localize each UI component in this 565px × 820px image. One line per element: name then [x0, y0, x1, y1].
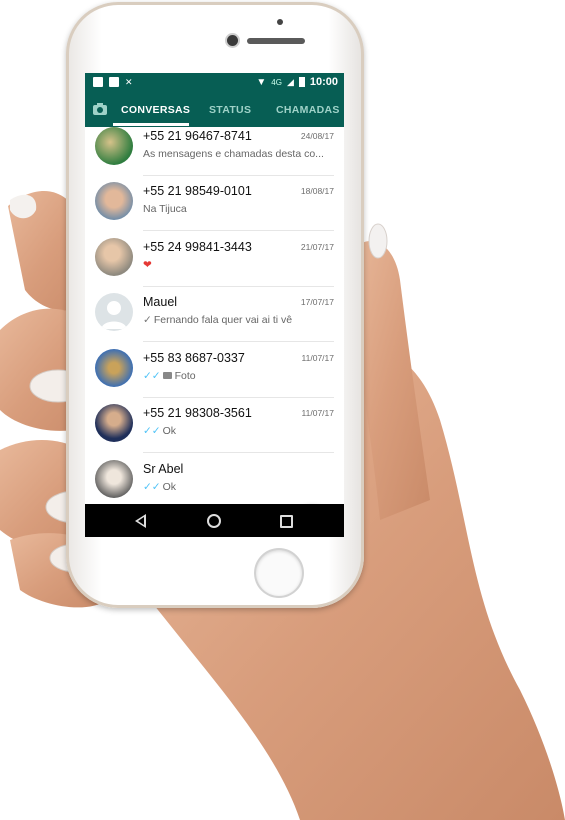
read-checks-icon: ✓✓: [143, 425, 161, 437]
status-time: 10:00: [309, 76, 338, 88]
tab-chamadas[interactable]: CHAMADAS: [276, 104, 340, 116]
chat-row[interactable]: +55 83 8687-0337 11/07/17 ✓✓ Foto: [85, 343, 344, 398]
proximity-sensor: [277, 19, 283, 25]
avatar: [95, 238, 133, 276]
chat-name: +55 21 96467-8741: [143, 129, 252, 143]
chat-date: 11/07/17: [301, 408, 334, 418]
front-camera: [227, 35, 238, 46]
person-placeholder-icon: [101, 301, 127, 329]
recents-icon[interactable]: [280, 515, 293, 528]
home-button[interactable]: [256, 550, 302, 596]
active-tab-indicator: [113, 123, 189, 126]
tab-status[interactable]: STATUS: [209, 104, 251, 116]
avatar: [95, 349, 133, 387]
chat-name: +55 24 99841-3443: [143, 240, 252, 254]
divider: [143, 341, 334, 342]
chat-row[interactable]: Sr Abel ✓✓ Ok: [85, 454, 344, 504]
back-icon[interactable]: [135, 514, 146, 528]
chat-name: Mauel: [143, 295, 178, 309]
camera-icon[interactable]: [92, 102, 108, 116]
chat-name: +55 83 8687-0337: [143, 351, 245, 365]
sent-check-icon: ✓: [143, 314, 152, 326]
chat-name: +55 21 98549-0101: [143, 184, 252, 198]
battery-icon: [298, 77, 305, 87]
chat-row[interactable]: +55 21 98549-0101 18/08/17 Na Tijuca: [85, 176, 344, 231]
avatar: [95, 127, 133, 165]
avatar: [95, 404, 133, 442]
image-notification-icon: [109, 77, 119, 87]
read-checks-icon: ✓✓: [143, 370, 161, 382]
facebook-notification-icon: [93, 77, 103, 87]
home-icon[interactable]: [207, 514, 221, 528]
divider: [143, 230, 334, 231]
chat-preview: ✓✓ Ok: [143, 425, 177, 437]
chat-list[interactable]: +55 21 96467-8741 24/08/17 As mensagens …: [85, 127, 344, 504]
chat-date: 17/07/17: [300, 297, 334, 307]
status-bar: ✕ ▼ 4G ◢ 10:00: [85, 73, 344, 93]
avatar: [95, 460, 133, 498]
photo-icon: [162, 372, 172, 379]
network-type: 4G: [271, 77, 282, 87]
chat-preview: ✓✓ Foto: [143, 370, 196, 382]
chat-row[interactable]: +55 21 96467-8741 24/08/17 As mensagens …: [85, 127, 344, 176]
tab-conversas[interactable]: CONVERSAS: [121, 104, 190, 116]
android-nav-bar: [85, 504, 344, 537]
avatar: [95, 182, 133, 220]
signal-icon: ◢: [286, 76, 294, 87]
chat-date: 24/08/17: [300, 131, 334, 141]
earpiece-speaker: [247, 38, 305, 44]
chat-preview: ✓ Fernando fala quer vai ai ti vê: [143, 314, 293, 326]
chat-date: 18/08/17: [300, 186, 334, 196]
chat-preview: As mensagens e chamadas desta co...: [143, 148, 324, 160]
chat-preview: ✓✓ Ok: [143, 481, 177, 493]
missed-call-icon: ✕: [125, 77, 133, 87]
divider: [143, 452, 334, 453]
default-avatar: [95, 293, 133, 331]
wifi-icon: ▼: [256, 76, 267, 88]
heart-emoji: ❤: [143, 259, 152, 271]
chat-preview: Na Tijuca: [143, 203, 187, 215]
chat-name: Sr Abel: [143, 462, 184, 476]
chat-date: 11/07/17: [301, 353, 334, 363]
read-checks-icon: ✓✓: [143, 481, 161, 493]
chat-row[interactable]: Mauel 17/07/17 ✓ Fernando fala quer vai a…: [85, 287, 344, 342]
chat-row[interactable]: +55 21 98308-3561 11/07/17 ✓✓ Ok: [85, 398, 344, 453]
chat-name: +55 21 98308-3561: [143, 406, 252, 420]
tab-bar: CONVERSAS STATUS CHAMADAS: [85, 93, 344, 127]
phone-screen: ✕ ▼ 4G ◢ 10:00 CONVERSAS STATUS CHAMADAS…: [85, 73, 344, 537]
chat-date: 21/07/17: [300, 242, 334, 252]
chat-row[interactable]: +55 24 99841-3443 21/07/17 ❤: [85, 232, 344, 287]
